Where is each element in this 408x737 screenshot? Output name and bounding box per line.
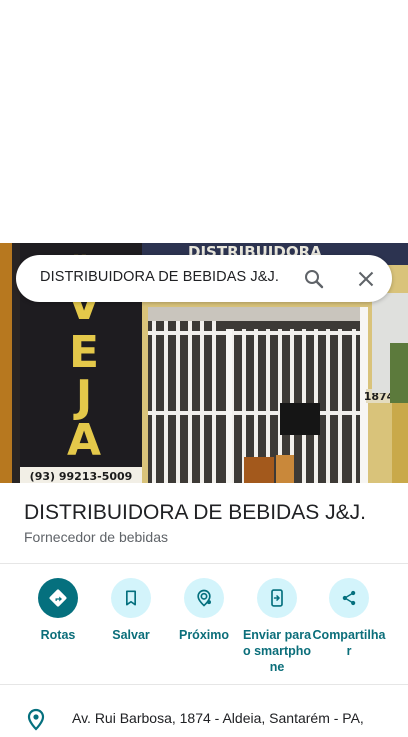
share-button[interactable]: Compartilhar — [312, 578, 386, 659]
send-to-phone-icon — [257, 578, 297, 618]
divider — [0, 563, 408, 564]
phone-text: (93) 99213-5009 — [30, 470, 133, 483]
blank-map-area — [0, 0, 408, 243]
banner-text: V E J A — [67, 279, 101, 466]
nearby-icon — [184, 578, 224, 618]
place-category[interactable]: Fornecedor de bebidas — [24, 529, 168, 545]
address-text[interactable]: Av. Rui Barbosa, 1874 - Aldeia, Santarém… — [72, 710, 364, 726]
search-input[interactable]: DISTRIBUIDORA DE BEBIDAS J&J. — [40, 269, 279, 285]
send-to-phone-button[interactable]: Enviar para o smartphone — [240, 578, 314, 675]
svg-text:A: A — [67, 415, 101, 466]
share-icon — [329, 578, 369, 618]
save-label: Salvar — [112, 628, 150, 642]
save-button[interactable]: Salvar — [94, 578, 168, 643]
search-icon[interactable] — [302, 267, 326, 291]
directions-label: Rotas — [40, 628, 76, 642]
directions-icon — [38, 578, 78, 618]
divider — [0, 684, 408, 685]
location-pin-icon — [26, 708, 46, 732]
send-to-phone-label: Enviar para o smartphone — [242, 628, 312, 674]
bookmark-icon — [111, 578, 151, 618]
share-label: Compartilhar — [312, 628, 386, 658]
nearby-label: Próximo — [178, 628, 229, 642]
search-bar[interactable]: DISTRIBUIDORA DE BEBIDAS J&J. — [16, 255, 392, 302]
place-title: DISTRIBUIDORA DE BEBIDAS J&J. — [24, 501, 366, 524]
directions-button[interactable]: Rotas — [21, 578, 95, 643]
nearby-button[interactable]: Próximo — [167, 578, 241, 643]
close-icon[interactable] — [354, 267, 378, 291]
